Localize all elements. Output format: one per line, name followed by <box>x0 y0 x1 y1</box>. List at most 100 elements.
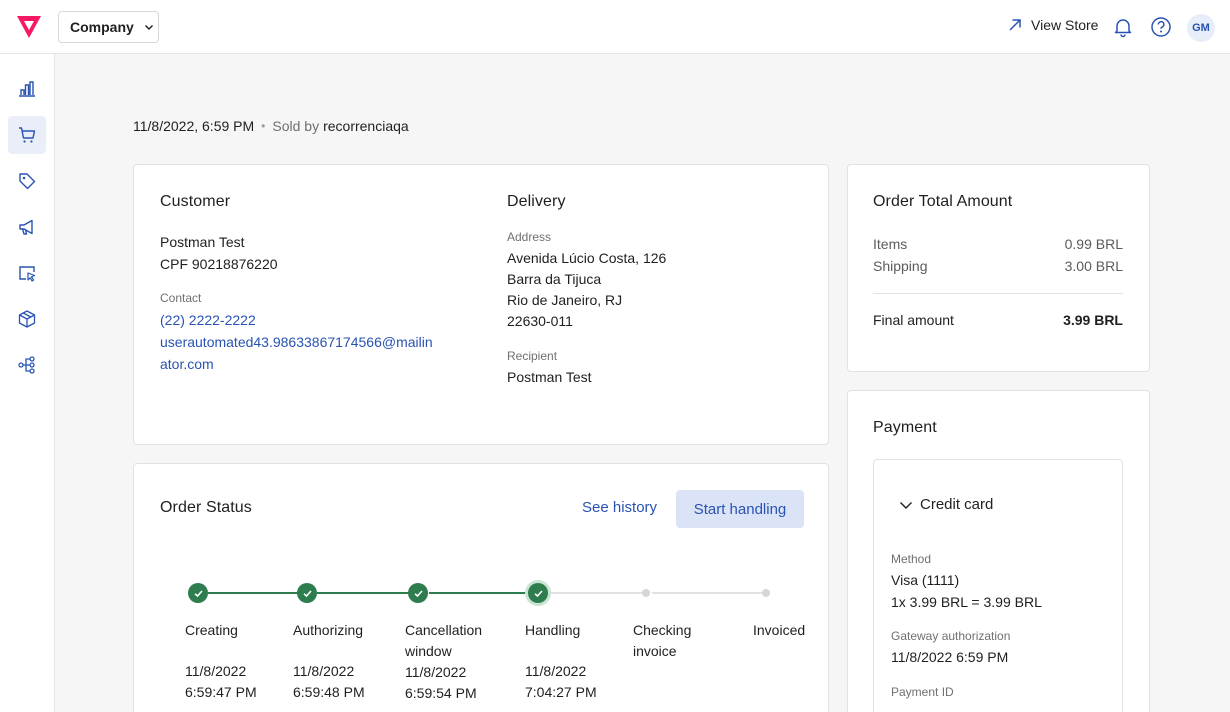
step-label-line-2: invoice <box>633 643 677 659</box>
customer-email-line-1: userautomated43.98633867174566@mailin <box>160 334 433 350</box>
arrow-up-right-icon <box>1009 19 1021 31</box>
company-selector[interactable]: Company <box>58 11 159 43</box>
top-bar: Company View Store GM <box>0 0 1230 54</box>
start-handling-button[interactable]: Start handling <box>676 490 804 528</box>
step-label: Checking <box>633 622 692 638</box>
step-date: 11/8/2022 <box>405 664 467 680</box>
gateway-label: Gateway authorization <box>891 629 1011 643</box>
shipping-row: Shipping 3.00 BRL <box>873 255 1123 277</box>
check-icon <box>533 589 543 597</box>
address-label: Address <box>507 230 552 244</box>
customer-email-link[interactable]: userautomated43.98633867174566@mailin at… <box>160 331 480 375</box>
step-label: Creating <box>185 622 238 638</box>
step-time: 6:59:47 PM <box>185 684 257 700</box>
order-total-title: Order Total Amount <box>873 193 1013 210</box>
step-label-line-2: window <box>405 643 452 659</box>
address-line: 22630-011 <box>507 313 573 329</box>
step-label: Invoiced <box>753 622 806 638</box>
sidebar-item-apps[interactable] <box>8 346 46 384</box>
customer-email-line-2: ator.com <box>160 356 214 372</box>
final-amount-label: Final amount <box>873 312 954 328</box>
tag-icon <box>19 173 36 190</box>
order-status-card: Order Status See history Start handling … <box>133 463 829 712</box>
step-done-node <box>408 583 428 603</box>
box-icon <box>18 310 36 328</box>
chevron-down-icon <box>900 501 912 509</box>
customer-title: Customer <box>160 193 231 210</box>
installments-value: 1x 3.99 BRL = 3.99 BRL <box>891 594 1042 610</box>
vtex-logo-icon[interactable] <box>15 14 43 40</box>
customer-name: Postman Test <box>160 234 245 250</box>
step-date: 11/8/2022 <box>525 663 587 679</box>
bell-icon[interactable] <box>1112 16 1134 38</box>
sidebar-item-storefront[interactable] <box>8 254 46 292</box>
megaphone-icon <box>19 219 33 235</box>
shipping-value: 3.00 BRL <box>1064 258 1123 274</box>
step-pending-node <box>762 589 770 597</box>
cursor-window-icon <box>19 266 36 282</box>
chart-icon <box>19 81 35 97</box>
view-store-label: View Store <box>1031 17 1099 33</box>
totals-divider <box>873 293 1123 294</box>
address-line: Rio de Janeiro, RJ <box>507 292 623 308</box>
step-done-node <box>188 583 208 603</box>
final-amount-row: Final amount 3.99 BRL <box>873 309 1123 331</box>
company-selector-label: Company <box>70 19 134 35</box>
timeline-step: Authorizing 11/8/2022 6:59:48 PM <box>293 620 365 703</box>
sidebar <box>0 54 55 712</box>
step-label: Cancellation <box>405 622 483 638</box>
see-history-button[interactable]: See history <box>582 499 657 516</box>
user-avatar[interactable]: GM <box>1187 14 1215 42</box>
payment-details: Method Visa (1111) 1x 3.99 BRL = 3.99 BR… <box>891 552 1111 699</box>
credit-card-toggle[interactable]: Credit card <box>899 496 993 513</box>
timeline-step: Checking invoice <box>633 620 691 662</box>
method-label: Method <box>891 552 932 566</box>
order-status-title: Order Status <box>160 499 252 516</box>
timeline-step: Creating 11/8/2022 6:59:47 PM <box>185 620 257 703</box>
address-line: Barra da Tijuca <box>507 271 602 287</box>
status-timeline: Creating 11/8/2022 6:59:47 PM Authorizin… <box>134 574 830 712</box>
customer-section: Customer Postman Test CPF 90218876220 Co… <box>160 193 480 375</box>
step-done-node <box>297 583 317 603</box>
cart-icon <box>19 127 36 143</box>
sidebar-item-orders[interactable] <box>8 116 46 154</box>
timeline-connector-pending <box>548 592 643 594</box>
step-time: 6:59:48 PM <box>293 684 365 700</box>
sold-by-label: Sold by <box>272 118 320 134</box>
step-time: 7:04:27 PM <box>525 684 597 700</box>
order-meta: 11/8/2022, 6:59 PM • Sold by recorrencia… <box>133 118 409 134</box>
check-icon <box>413 589 423 597</box>
timeline-connector-pending <box>652 592 762 594</box>
check-icon <box>193 589 203 597</box>
sidebar-item-dashboard[interactable] <box>8 70 46 108</box>
check-icon <box>302 589 312 597</box>
order-total-card: Order Total Amount Items 0.99 BRL Shippi… <box>847 164 1150 372</box>
totals-breakdown: Items 0.99 BRL Shipping 3.00 BRL <box>873 233 1123 277</box>
help-icon[interactable] <box>1150 16 1172 38</box>
step-date: 11/8/2022 <box>293 663 355 679</box>
sidebar-item-marketing[interactable] <box>8 208 46 246</box>
timeline-step: Handling 11/8/2022 7:04:27 PM <box>525 620 597 703</box>
contact-label: Contact <box>160 291 202 305</box>
payment-method-panel: Credit card Method Visa (1111) 1x 3.99 B… <box>873 459 1123 712</box>
address-block: Avenida Lúcio Costa, 126 Barra da Tijuca… <box>507 248 807 332</box>
timeline-connector-done <box>208 592 298 594</box>
customer-phone-link[interactable]: (22) 2222-2222 <box>160 309 480 331</box>
recipient-label: Recipient <box>507 349 558 363</box>
meta-separator: • <box>261 119 266 133</box>
payment-title: Payment <box>873 419 937 436</box>
items-value: 0.99 BRL <box>1064 236 1123 252</box>
step-date: 11/8/2022 <box>185 663 247 679</box>
final-amount-value: 3.99 BRL <box>1063 312 1123 328</box>
delivery-section: Delivery Address Avenida Lúcio Costa, 12… <box>507 193 807 388</box>
step-time: 6:59:54 PM <box>405 685 477 701</box>
payment-card: Payment Credit card Method Visa (1111) 1… <box>847 390 1150 712</box>
step-label: Handling <box>525 622 581 638</box>
view-store-link[interactable]: View Store <box>1007 17 1098 33</box>
customer-document: CPF 90218876220 <box>160 256 278 272</box>
credit-card-label: Credit card <box>920 496 994 513</box>
sidebar-item-catalog[interactable] <box>8 300 46 338</box>
sidebar-item-promotions[interactable] <box>8 162 46 200</box>
flow-icon <box>18 356 35 374</box>
delivery-title: Delivery <box>507 193 566 210</box>
